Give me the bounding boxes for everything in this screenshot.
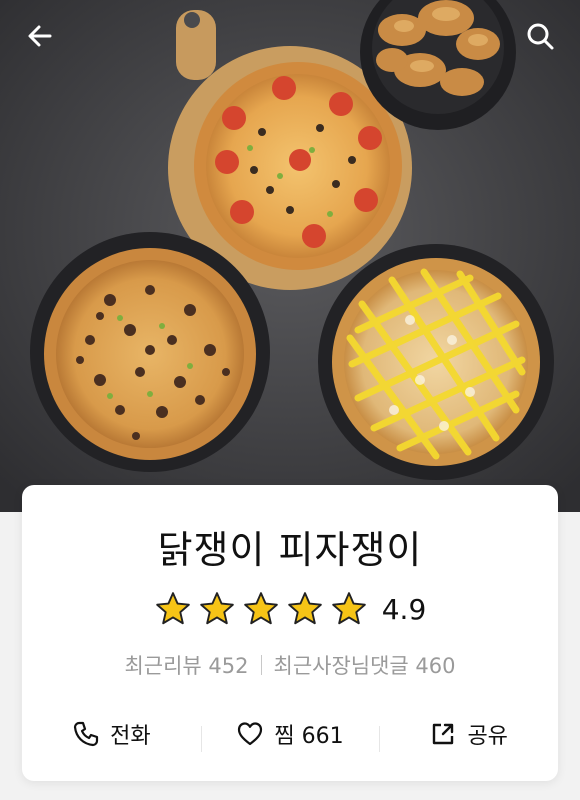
like-button[interactable]: 찜 661 (200, 718, 380, 752)
rating-value: 4.9 (381, 592, 427, 626)
hero-food-photo (0, 0, 580, 512)
back-button[interactable] (18, 14, 62, 58)
owner-replies-link[interactable]: 최근사장님댓글 460 (274, 650, 456, 680)
divider (260, 655, 262, 675)
share-label: 공유 (467, 724, 508, 749)
rating-row[interactable]: 4.9 (22, 589, 558, 629)
call-label: 전화 (110, 724, 151, 749)
star-icon (199, 592, 234, 625)
back-arrow-icon (28, 25, 52, 47)
star-icon (155, 592, 190, 625)
heart-icon (238, 722, 263, 746)
top-bar (0, 0, 580, 70)
recent-reviews-link[interactable]: 최근리뷰 452 (124, 650, 248, 680)
review-summary: 최근리뷰 452 최근사장님댓글 460 (22, 650, 558, 680)
share-icon (433, 723, 454, 745)
search-button[interactable] (518, 14, 562, 58)
share-button[interactable]: 공유 (379, 718, 558, 752)
store-name: 닭쟁이 피자쟁이 (157, 528, 423, 572)
phone-icon (73, 721, 99, 747)
call-button[interactable]: 전화 (22, 718, 201, 750)
store-info-card: 닭쟁이 피자쟁이 4.9 최근리뷰 452 최근사장님댓글 460 전화 찜 6… (22, 485, 558, 781)
star-icon (243, 592, 278, 625)
chicken-honey-pizza (318, 244, 554, 480)
star-rating (154, 590, 368, 628)
action-bar: 전화 찜 661 공유 (22, 711, 558, 757)
star-icon (287, 592, 322, 625)
pepperoni-pizza (194, 62, 402, 270)
search-icon (527, 23, 554, 50)
like-label: 찜 661 (274, 724, 344, 749)
bulgogi-pizza (30, 232, 270, 472)
star-icon (331, 592, 366, 625)
